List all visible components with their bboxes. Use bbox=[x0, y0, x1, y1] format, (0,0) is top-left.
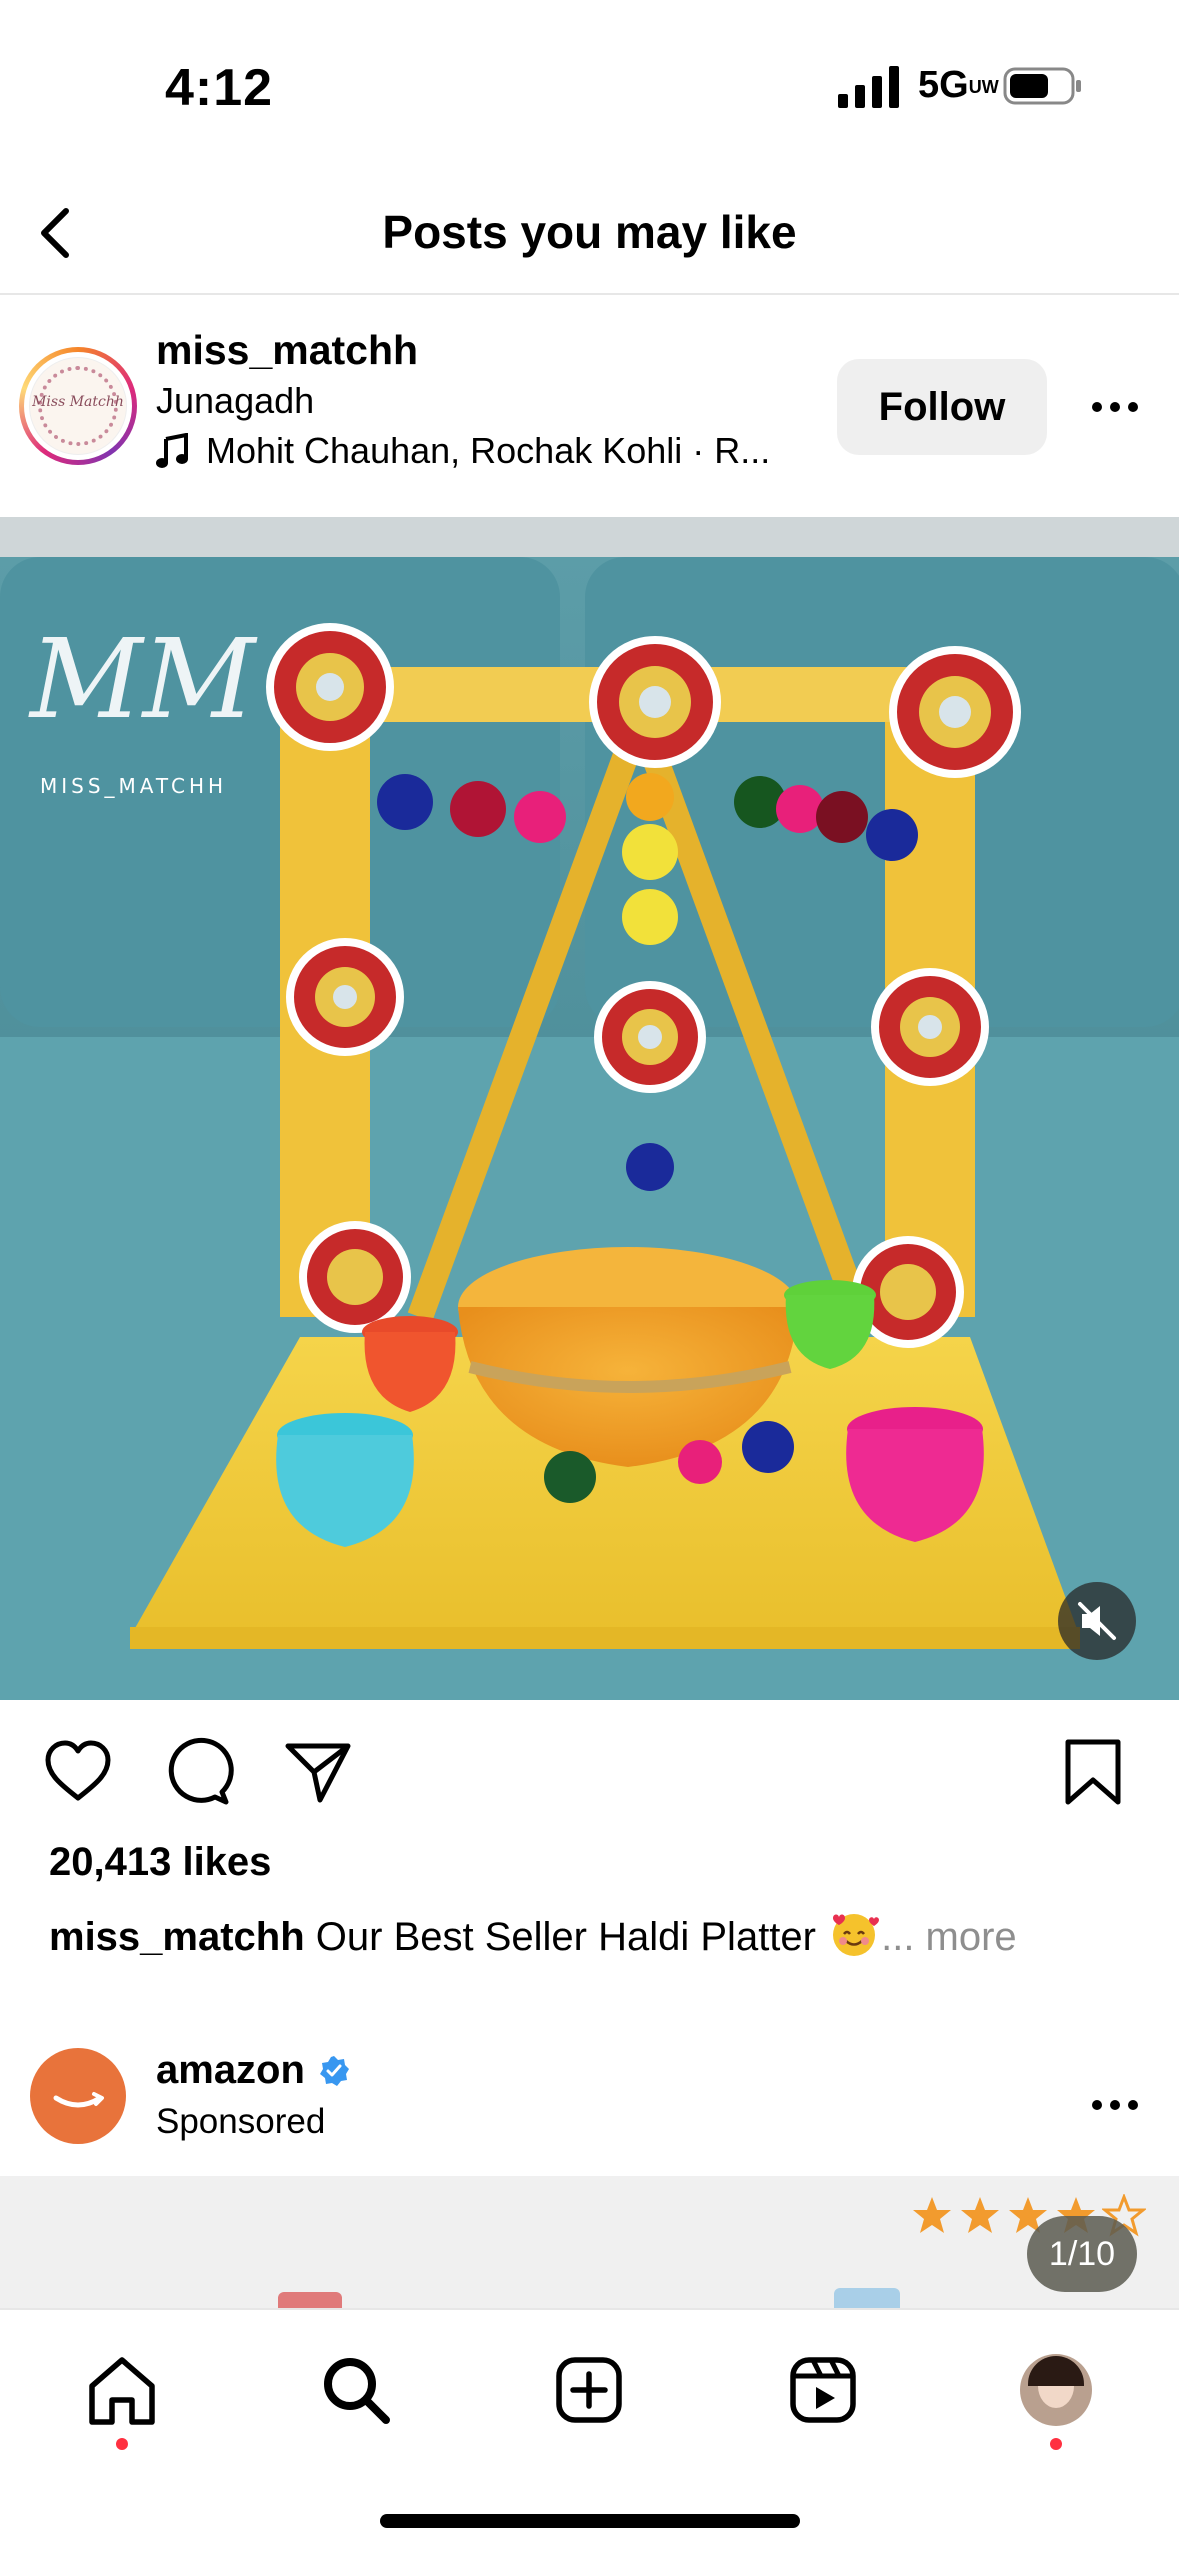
network-suffix: UW bbox=[968, 77, 999, 97]
sponsored-header: amazon Sponsored bbox=[0, 2030, 1179, 2180]
comment-icon[interactable] bbox=[160, 1734, 236, 1810]
post-media[interactable]: MM MISS_MATCHH bbox=[0, 517, 1179, 1700]
product-thumb-right bbox=[834, 2288, 900, 2309]
post-caption[interactable]: miss_matchh Our Best Seller Haldi Platte… bbox=[49, 1908, 1017, 1960]
sponsored-more-options-icon[interactable] bbox=[1080, 2075, 1150, 2135]
search-icon[interactable] bbox=[316, 2350, 396, 2430]
watermark-text: MISS_MATCHH bbox=[40, 774, 227, 798]
network-indicator: 5GUW bbox=[918, 64, 999, 107]
star-icon bbox=[913, 2197, 951, 2233]
haldi-platter-image: MM MISS_MATCHH bbox=[0, 517, 1179, 1700]
home-notification-dot bbox=[116, 2438, 128, 2450]
sponsor-name[interactable]: amazon bbox=[156, 2048, 351, 2093]
post-header: Miss Matchh miss_matchh Junagadh Mohit C… bbox=[0, 297, 1179, 517]
mute-button[interactable] bbox=[1058, 1582, 1136, 1660]
profile-notification-dot bbox=[1050, 2438, 1062, 2450]
battery-icon bbox=[1003, 67, 1081, 105]
heart-icon[interactable] bbox=[40, 1734, 116, 1810]
amazon-avatar[interactable] bbox=[30, 2048, 126, 2144]
page-title: Posts you may like bbox=[382, 206, 797, 258]
music-note-icon bbox=[156, 433, 188, 468]
post-username[interactable]: miss_matchh bbox=[156, 327, 418, 374]
likes-count[interactable]: 20,413 likes bbox=[49, 1840, 271, 1885]
avatar-frame: Miss Matchh bbox=[24, 352, 132, 460]
avatar-logo-text: Miss Matchh bbox=[32, 394, 124, 410]
post-location[interactable]: Junagadh bbox=[156, 380, 314, 422]
follow-button[interactable]: Follow bbox=[837, 359, 1047, 455]
post-avatar[interactable]: Miss Matchh bbox=[19, 347, 137, 465]
sponsored-label[interactable]: Sponsored bbox=[156, 2102, 325, 2142]
signal-icon bbox=[838, 66, 899, 108]
status-time: 4:12 bbox=[165, 59, 274, 117]
create-post-icon[interactable] bbox=[549, 2350, 629, 2430]
sponsored-media[interactable] bbox=[0, 2176, 1179, 2309]
reels-icon[interactable] bbox=[783, 2350, 863, 2430]
sponsor-name-text: amazon bbox=[156, 2048, 305, 2092]
watermark-letters: MM bbox=[28, 615, 258, 743]
post-actions bbox=[0, 1720, 1179, 1820]
caption-username[interactable]: miss_matchh bbox=[49, 1915, 305, 1959]
avatar-image: Miss Matchh bbox=[29, 357, 127, 455]
paper-plane-icon[interactable] bbox=[280, 1734, 356, 1810]
more-options-icon[interactable] bbox=[1080, 377, 1150, 437]
post-music[interactable]: Mohit Chauhan, Rochak Kohli · R... bbox=[156, 430, 806, 472]
caption-text: Our Best Seller Haldi Platter bbox=[304, 1915, 828, 1959]
amazon-smile-icon bbox=[53, 2092, 104, 2108]
caption-more-link[interactable]: ... more bbox=[881, 1915, 1017, 1959]
page-header: Posts you may like bbox=[0, 175, 1179, 295]
speaker-muted-icon bbox=[1078, 1602, 1116, 1640]
profile-avatar[interactable] bbox=[1020, 2354, 1092, 2426]
network-type: 5G bbox=[918, 64, 969, 106]
music-text: Mohit Chauhan, Rochak Kohli · R... bbox=[206, 430, 771, 471]
status-bar: 4:12 5GUW bbox=[0, 0, 1179, 160]
home-icon[interactable] bbox=[82, 2350, 162, 2430]
carousel-counter: 1/10 bbox=[1027, 2216, 1137, 2292]
product-thumb-left bbox=[278, 2292, 342, 2309]
smiling-hearts-emoji-icon bbox=[833, 1914, 880, 1956]
profile-avatar-hair bbox=[1028, 2356, 1084, 2386]
star-icon bbox=[961, 2197, 999, 2233]
home-indicator bbox=[380, 2514, 800, 2528]
verified-badge-icon bbox=[319, 2055, 349, 2086]
bookmark-icon[interactable] bbox=[1056, 1734, 1132, 1810]
